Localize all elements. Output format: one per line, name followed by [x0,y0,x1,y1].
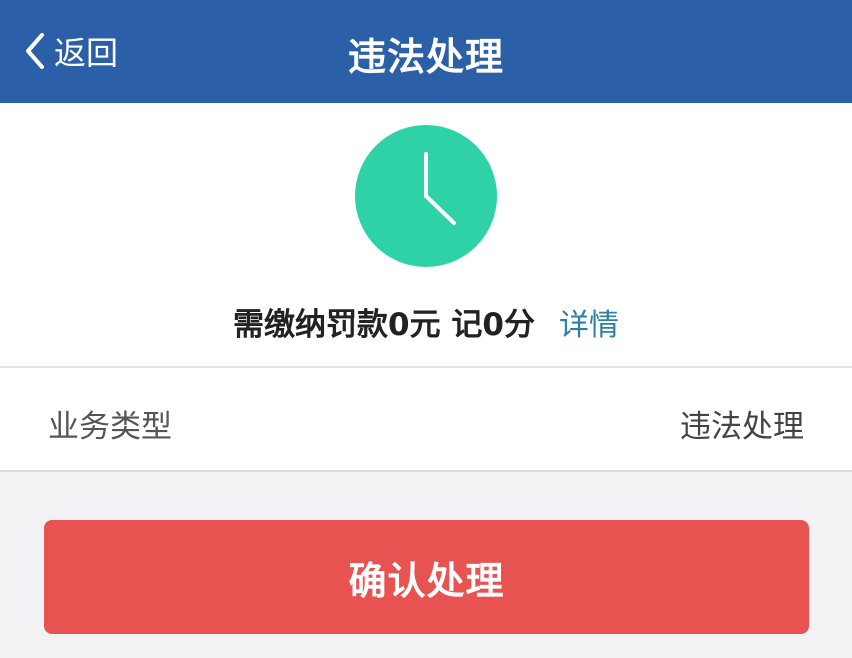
status-panel: 需缴纳罚款0元 记0分 详情 [0,103,852,366]
clock-icon [355,125,497,267]
fine-summary: 需缴纳罚款0元 记0分 [233,307,535,343]
summary-line: 需缴纳罚款0元 记0分 详情 [0,299,852,344]
business-type-value: 违法处理 [680,409,804,445]
screen: 返回 违法处理 需缴纳罚款0元 记0分 详情 业务类型 违法处理 确认处理 [0,0,852,658]
nav-bar: 返回 违法处理 [0,0,852,103]
details-link[interactable]: 详情 [559,308,619,343]
business-type-row: 业务类型 违法处理 [0,368,852,472]
confirm-button[interactable]: 确认处理 [44,520,809,634]
business-type-label: 业务类型 [48,409,172,445]
page-title: 违法处理 [347,35,504,79]
